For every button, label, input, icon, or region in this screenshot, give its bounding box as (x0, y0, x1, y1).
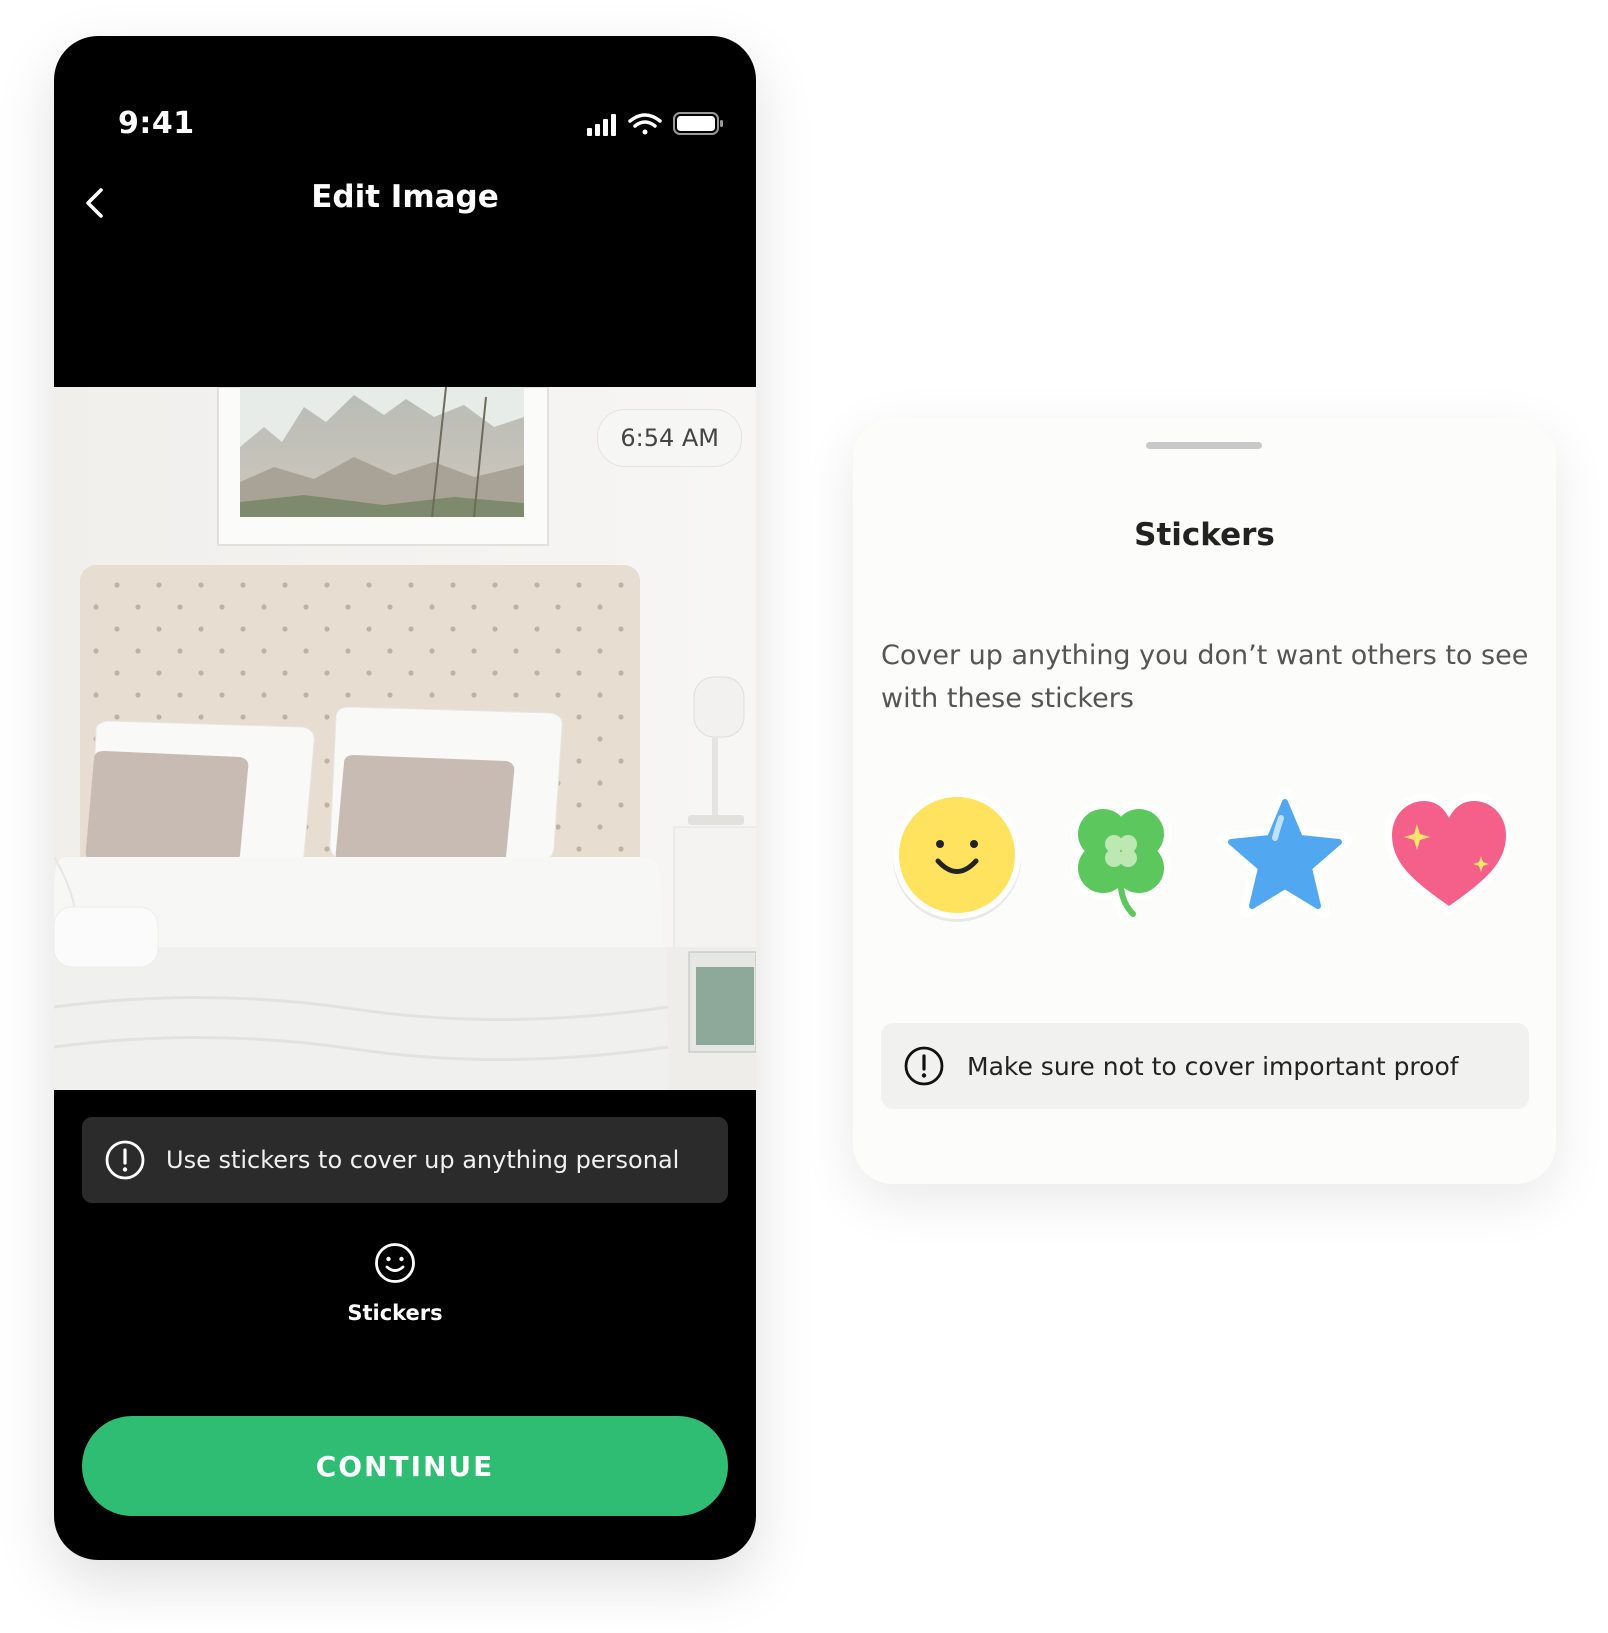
bedroom-photo (54, 387, 756, 1090)
phone-screen: 9:41 Edit Image 6:54 AM Use stickers to … (54, 36, 756, 1560)
tip-text: Make sure not to cover important proof (967, 1051, 1459, 1081)
status-time: 9:41 (118, 106, 195, 141)
heart-sticker[interactable] (1381, 788, 1517, 924)
wifi-icon (628, 113, 662, 135)
sheet-title: Stickers (1134, 517, 1275, 553)
star-sticker-icon (1217, 788, 1353, 918)
clover-sticker-icon (1071, 802, 1171, 922)
star-sticker[interactable] (1217, 788, 1353, 924)
sheet-drag-handle[interactable] (1146, 442, 1262, 449)
continue-button[interactable]: CONTINUE (82, 1416, 728, 1516)
photo-preview[interactable]: 6:54 AM (54, 387, 756, 1090)
personal-info-tip: Use stickers to cover up anything person… (82, 1117, 728, 1203)
tip-text: Use stickers to cover up anything person… (166, 1146, 680, 1174)
smiley-icon (375, 1243, 415, 1283)
photo-timestamp-badge: 6:54 AM (597, 409, 742, 467)
battery-icon (673, 112, 723, 135)
signal-icon (587, 114, 616, 136)
heart-sticker-icon (1385, 794, 1513, 916)
sheet-description: Cover up anything you don’t want others … (881, 640, 1529, 714)
stickers-tool-button[interactable]: Stickers (320, 1241, 470, 1341)
clover-sticker[interactable] (1053, 788, 1189, 924)
smiley-sticker-icon (893, 791, 1021, 922)
important-proof-tip: Make sure not to cover important proof (881, 1023, 1529, 1109)
stickers-tool-label: Stickers (347, 1301, 443, 1325)
page-title: Edit Image (311, 179, 499, 215)
status-icons (587, 112, 723, 136)
alert-circle-icon (904, 1046, 944, 1086)
alert-circle-icon (105, 1140, 145, 1180)
smiley-sticker[interactable] (889, 788, 1025, 924)
stickers-sheet: Stickers Cover up anything you don’t wan… (853, 418, 1556, 1184)
